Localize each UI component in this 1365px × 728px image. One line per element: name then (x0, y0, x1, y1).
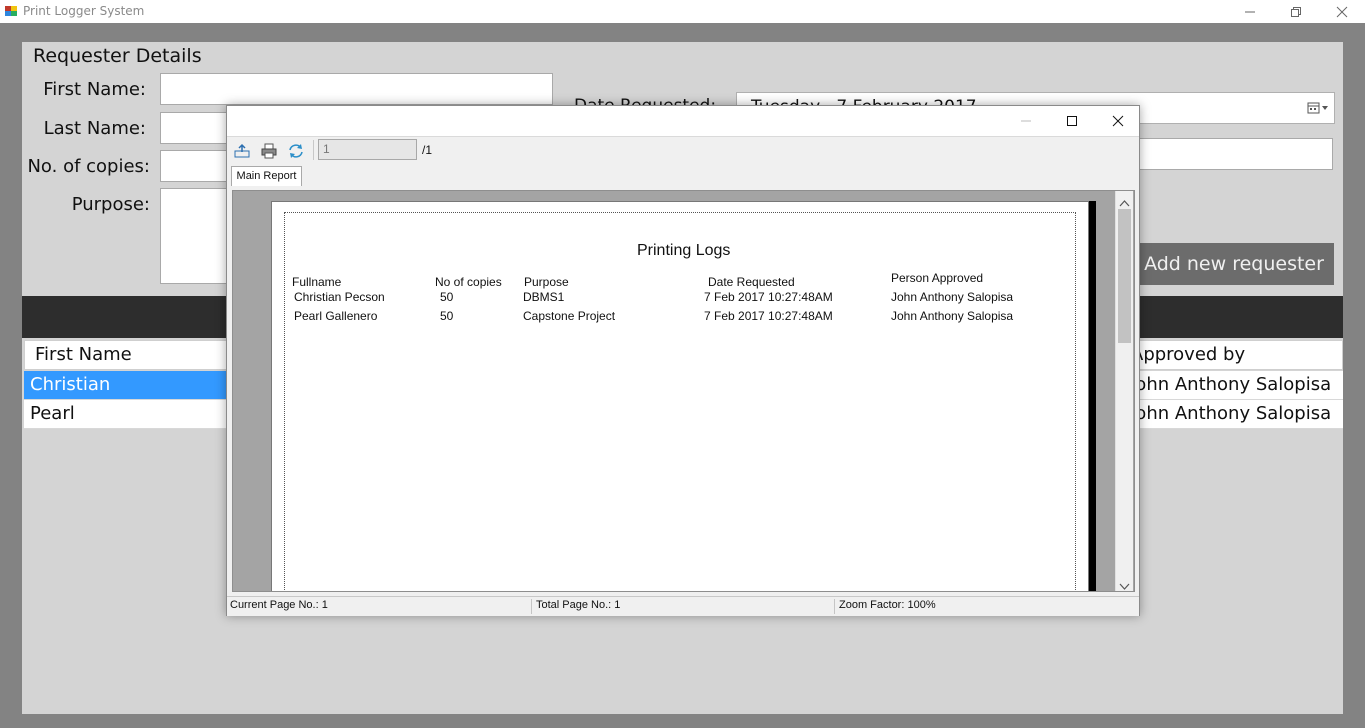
tab-main-report[interactable]: Main Report (231, 166, 302, 186)
copies-field[interactable] (160, 150, 230, 182)
app-logo-icon (4, 4, 18, 18)
report-header-approved: Person Approved (891, 271, 984, 285)
purpose-label: Purpose: (71, 194, 150, 215)
window-title: Print Logger System (23, 4, 145, 18)
viewer-status-bar: Current Page No.: 1 Total Page No.: 1 Zo… (227, 596, 1139, 616)
add-new-requester-button[interactable]: Add new requester (1134, 243, 1334, 285)
dialog-titlebar (227, 106, 1139, 136)
person-approved-field[interactable] (1138, 138, 1333, 170)
first-name-label: First Name: (43, 79, 146, 100)
report-cell-fullname: Christian Pecson (294, 290, 385, 304)
refresh-button[interactable] (287, 142, 305, 160)
restore-icon (1291, 6, 1301, 17)
report-title: Printing Logs (637, 242, 731, 259)
report-cell-date: 7 Feb 2017 10:27:48AM (704, 309, 833, 323)
calendar-dropdown-button[interactable] (1306, 98, 1330, 118)
dialog-minimize-button[interactable] (1003, 106, 1049, 136)
page-number-input[interactable]: 1 (318, 139, 417, 160)
refresh-icon (289, 144, 303, 158)
report-cell-purpose: DBMS1 (523, 290, 565, 304)
report-header-copies: No of copies (435, 275, 502, 289)
zoom-factor-status: Zoom Factor: 100% (839, 599, 936, 611)
current-page-status: Current Page No.: 1 (230, 599, 328, 611)
status-divider (834, 599, 835, 614)
maximize-icon (1067, 116, 1077, 126)
minimize-icon (1245, 11, 1255, 12)
purpose-field[interactable] (160, 188, 230, 284)
grid-header-first-name[interactable]: First Name (24, 340, 229, 370)
calendar-icon (1307, 102, 1328, 114)
vertical-scrollbar[interactable] (1115, 191, 1133, 591)
close-window-button[interactable] (1319, 0, 1365, 23)
grid-cell-approved-by[interactable]: John Anthony Salopisa (1120, 400, 1343, 429)
report-cell-copies: 50 (440, 290, 454, 304)
report-cell-approved: John Anthony Salopisa (891, 309, 1014, 323)
report-cell-copies: 50 (440, 309, 454, 323)
dialog-close-button[interactable] (1095, 106, 1141, 136)
close-icon (1336, 6, 1348, 17)
grid-cell-first-name[interactable]: Pearl (24, 400, 229, 429)
grid-cell-approved-by[interactable]: John Anthony Salopisa (1120, 371, 1343, 400)
report-preview-area: Printing Logs Fullname No of copies Purp… (232, 190, 1135, 592)
report-page: Printing Logs Fullname No of copies Purp… (271, 201, 1089, 591)
export-button[interactable] (233, 142, 251, 160)
last-name-label: Last Name: (43, 118, 146, 139)
grid-header-approved-by[interactable]: Approved by (1120, 340, 1343, 370)
total-page-status: Total Page No.: 1 (536, 599, 621, 611)
copies-label: No. of copies: (27, 156, 150, 177)
toolbar-separator (313, 140, 314, 160)
first-name-field[interactable] (160, 73, 553, 105)
report-viewer-dialog: 1 /1 Main Report Printing Logs Fullname … (226, 105, 1140, 616)
minimize-icon (1021, 120, 1031, 122)
report-cell-approved: John Anthony Salopisa (891, 290, 1014, 304)
close-icon (1112, 115, 1124, 127)
report-header-date: Date Requested (708, 275, 795, 289)
status-divider (531, 599, 532, 614)
scroll-down-arrow-icon[interactable] (1119, 578, 1130, 596)
last-name-field[interactable] (160, 112, 230, 144)
print-button[interactable] (260, 142, 278, 160)
printer-icon (261, 143, 277, 159)
page-total-label: /1 (422, 143, 433, 157)
report-header-purpose: Purpose (524, 275, 569, 289)
minimize-button[interactable] (1227, 0, 1273, 23)
export-icon (234, 143, 250, 158)
page-margin-border (284, 212, 1076, 591)
window-titlebar: Print Logger System (0, 0, 1365, 23)
grid-cell-first-name[interactable]: Christian (24, 371, 229, 400)
report-cell-date: 7 Feb 2017 10:27:48AM (704, 290, 833, 304)
report-cell-purpose: Capstone Project (523, 309, 616, 323)
report-header-fullname: Fullname (292, 275, 342, 289)
restore-button[interactable] (1273, 0, 1319, 23)
requester-details-heading: Requester Details (33, 45, 202, 67)
scrollbar-thumb[interactable] (1118, 209, 1131, 343)
report-cell-fullname: Pearl Gallenero (294, 309, 378, 323)
dialog-maximize-button[interactable] (1049, 106, 1095, 136)
